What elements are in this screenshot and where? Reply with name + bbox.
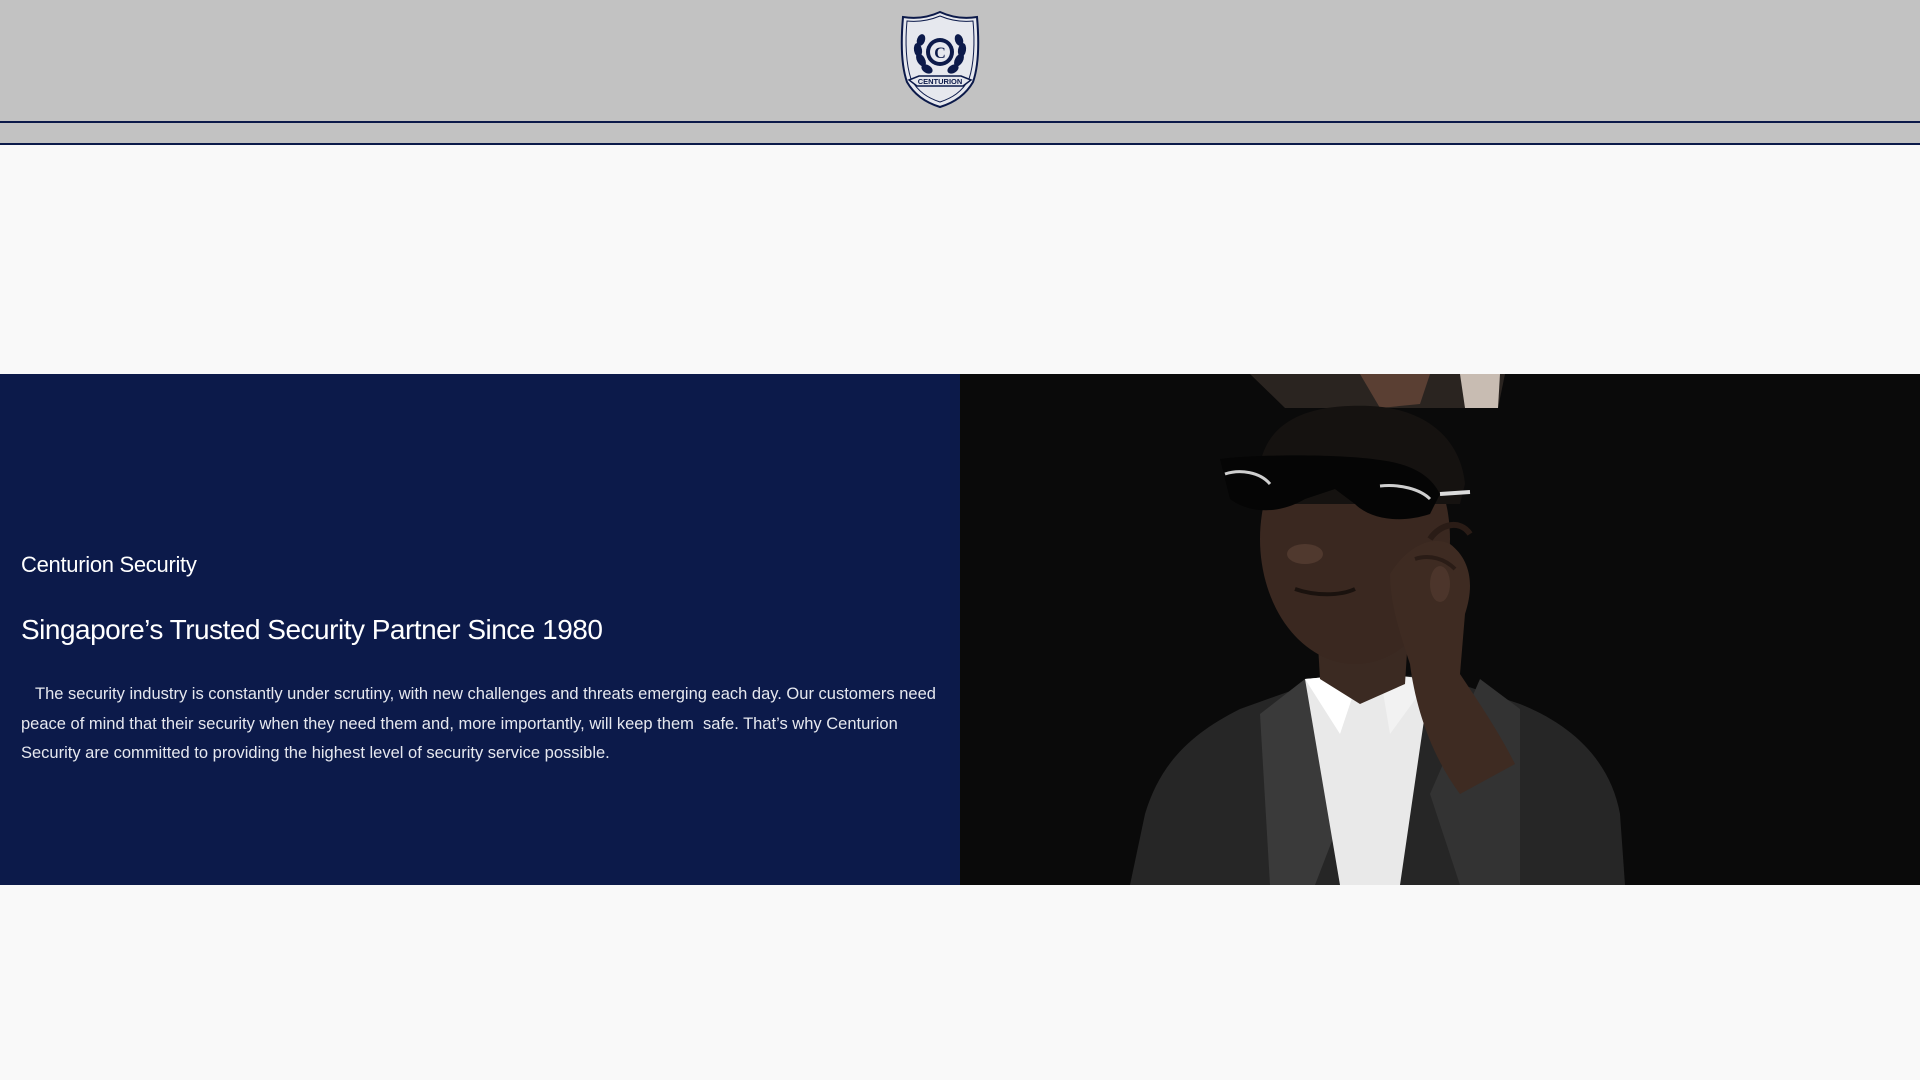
logo-text: CENTURION — [918, 77, 963, 86]
hero-image-panel — [960, 374, 1920, 885]
centurion-logo-icon[interactable]: C CENTURION — [897, 10, 983, 108]
hero-description: The security industry is constantly unde… — [21, 685, 941, 762]
security-guard-photo — [960, 374, 1920, 885]
nav-bar — [0, 121, 1920, 145]
svg-text:C: C — [934, 45, 946, 62]
bottom-spacer — [0, 885, 1920, 1080]
site-header: C CENTURION — [0, 0, 1920, 121]
hero-section: Centurion Security Singapore’s Trusted S… — [0, 374, 1920, 885]
top-spacer — [0, 145, 1920, 374]
hero-title: Singapore’s Trusted Security Partner Sin… — [21, 614, 603, 645]
hero-text-panel: Centurion Security Singapore’s Trusted S… — [0, 374, 960, 885]
hero-brand: Centurion Security — [21, 552, 197, 577]
